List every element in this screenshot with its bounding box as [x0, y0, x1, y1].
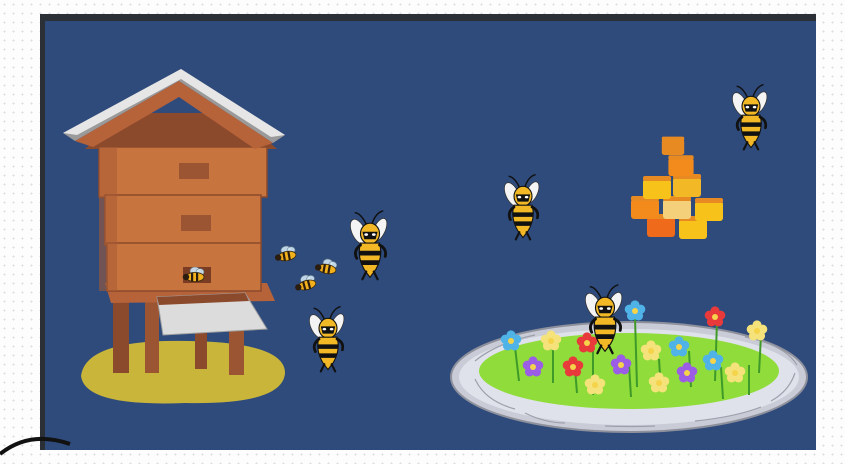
stage-top-border	[40, 14, 816, 21]
canvas-edge-curve	[0, 436, 71, 456]
scene-canvas[interactable]	[45, 21, 816, 450]
game-stage[interactable]	[40, 14, 816, 450]
ground-patch	[81, 340, 285, 404]
